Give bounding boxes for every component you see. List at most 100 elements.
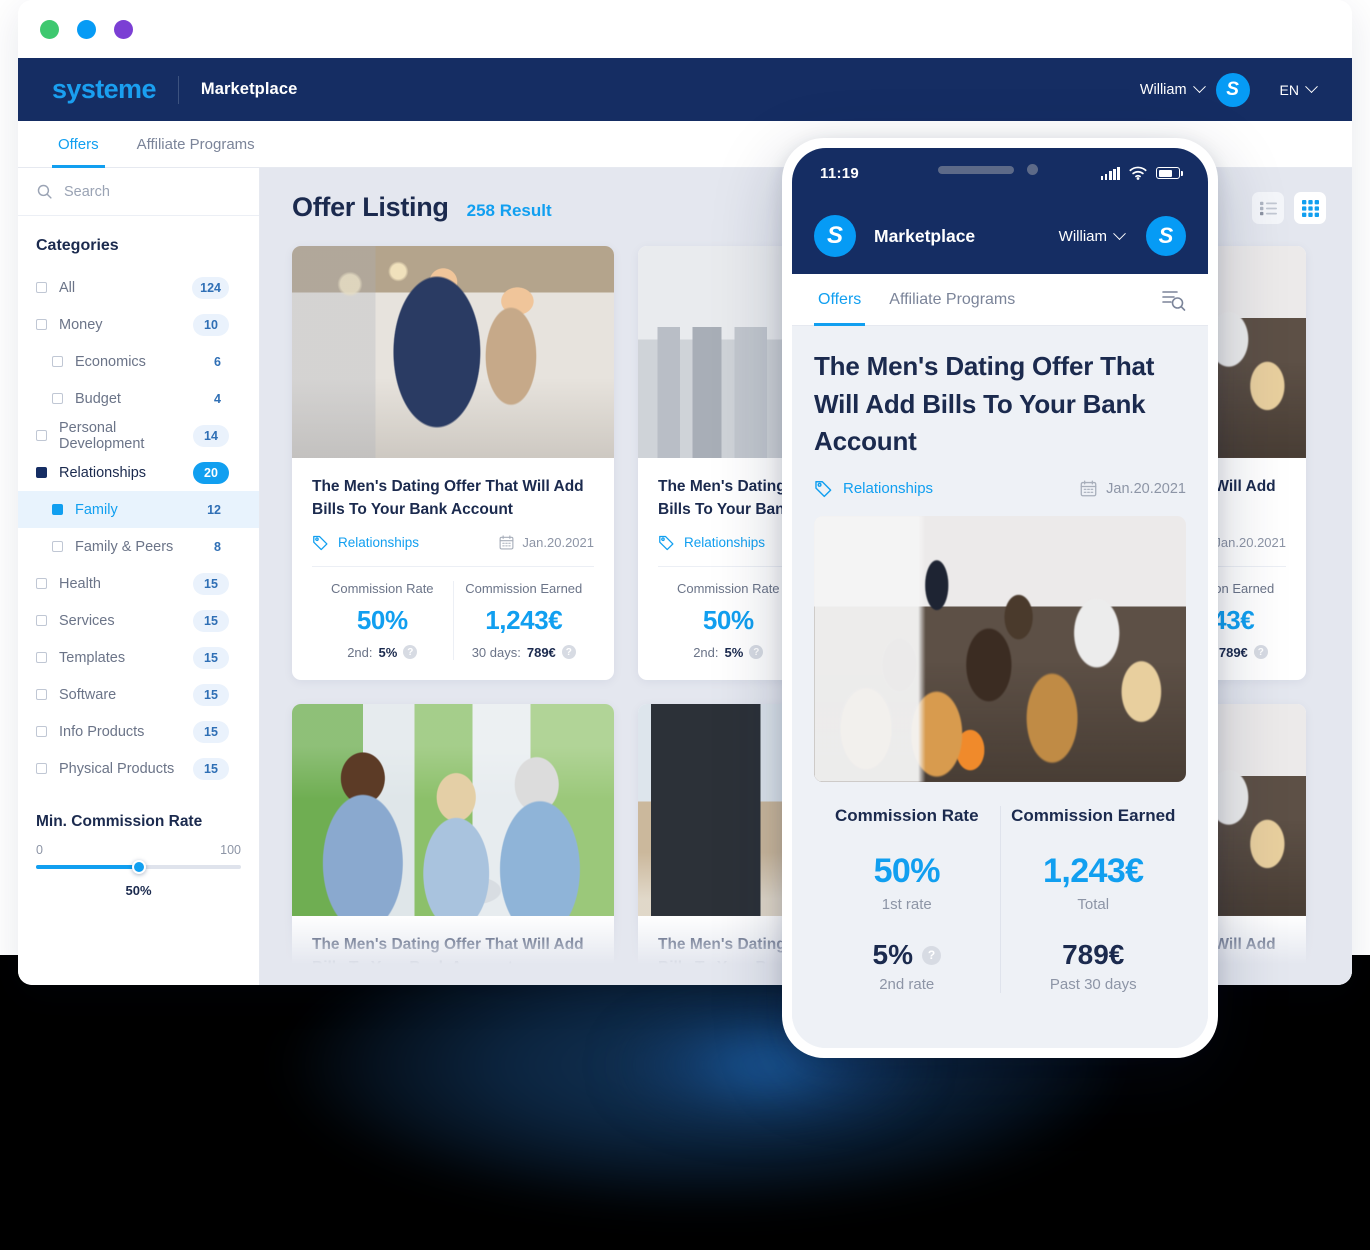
help-icon[interactable]: ?: [1253, 645, 1268, 659]
systeme-logo[interactable]: systeme: [52, 74, 156, 105]
phone-rate-label: Commission Rate: [834, 806, 979, 826]
phone-user-group[interactable]: William S: [1059, 216, 1186, 256]
sidebar-item-economics[interactable]: Economics 6: [36, 343, 241, 380]
offer-card-meta: Relationships Jan.20.2021: [312, 534, 594, 551]
sidebar-item-count: 8: [214, 539, 221, 554]
sidebar-item-physical-products[interactable]: Physical Products 15: [36, 750, 241, 787]
sidebar-item-budget[interactable]: Budget 4: [36, 380, 241, 417]
offer-card-image: [292, 703, 614, 916]
slider-handle[interactable]: [131, 860, 146, 874]
checkbox-icon[interactable]: [52, 356, 63, 367]
checkbox-icon[interactable]: [36, 726, 47, 737]
help-icon[interactable]: ?: [749, 645, 764, 659]
checkbox-icon[interactable]: [52, 504, 63, 515]
sidebar-item-all[interactable]: All 124: [36, 269, 241, 306]
sidebar-item-count: 6: [214, 354, 221, 369]
phone-mockup: 11:19 S Marketplace William S Offers Aff…: [782, 138, 1218, 1058]
checkbox-icon[interactable]: [52, 393, 63, 404]
search-box[interactable]: Search: [18, 168, 259, 216]
offer-card[interactable]: The Men's Dating Offer That Will Add Bil…: [292, 246, 614, 680]
sidebar-item-label: Family: [75, 501, 118, 518]
grid-view-icon: [1301, 199, 1319, 217]
checkbox-icon[interactable]: [36, 652, 47, 663]
language-selector[interactable]: EN: [1280, 80, 1328, 98]
checkbox-icon[interactable]: [36, 430, 47, 441]
phone-offer-date: Jan.20.2021: [1106, 480, 1186, 497]
chevron-down-icon[interactable]: [1192, 80, 1206, 94]
battery-icon: [1156, 167, 1183, 179]
sidebar-item-label: Budget: [75, 390, 121, 407]
phone-earned2-group: 789€: [1007, 939, 1181, 971]
sidebar-item-relationships[interactable]: Relationships 20: [36, 454, 241, 491]
phone-tab-affiliate-programs[interactable]: Affiliate Programs: [885, 274, 1019, 325]
sidebar-item-label: Economics: [75, 353, 146, 370]
page-title: Offer Listing: [292, 192, 449, 222]
notch-speaker: [938, 165, 1014, 174]
offer-card[interactable]: The Men's Dating Offer That Will Add Bil…: [292, 703, 614, 986]
search-input[interactable]: Search: [64, 184, 110, 200]
sidebar-item-label: Software: [59, 686, 117, 703]
checkbox-icon[interactable]: [36, 689, 47, 700]
tab-affiliate-programs[interactable]: Affiliate Programs: [131, 121, 261, 167]
tab-offers[interactable]: Offers: [52, 121, 105, 168]
phone-offer-title: The Men's Dating Offer That Will Add Bil…: [814, 351, 1155, 457]
checkbox-icon[interactable]: [36, 578, 47, 589]
sidebar-item-count: 15: [193, 757, 229, 780]
slider-value-label: 50%: [125, 883, 152, 898]
phone-search-filter-button[interactable]: [1160, 274, 1186, 325]
grid-view-button[interactable]: [1294, 192, 1326, 224]
checkbox-icon[interactable]: [36, 319, 47, 330]
sidebar-item-software[interactable]: Software 15: [36, 676, 241, 713]
phone-commission-rate-stat: Commission Rate 50% 1st rate 5% ? 2nd ra…: [814, 806, 1000, 993]
offer-card-body: The Men's Dating Offer That Will Add Bil…: [292, 916, 614, 986]
offer-card-category[interactable]: Relationships: [684, 535, 765, 550]
list-view-button[interactable]: [1252, 192, 1284, 224]
commission-earned-value: 1,243€: [485, 604, 563, 635]
phone-avatar[interactable]: S: [1146, 216, 1186, 256]
offer-card-title: The Men's Dating Offer That Will Add Bil…: [312, 478, 584, 519]
phone-logo[interactable]: S: [814, 215, 856, 257]
window-titlebar: [18, 0, 1352, 58]
commission-slider-track[interactable]: [36, 860, 241, 874]
checkbox-icon[interactable]: [36, 615, 47, 626]
sidebar-item-label: Personal Development: [59, 419, 145, 452]
checkbox-icon[interactable]: [36, 282, 47, 293]
checkbox-icon[interactable]: [36, 763, 47, 774]
phone-earned2-caption: Past 30 days: [1049, 976, 1137, 994]
tag-icon: [659, 535, 674, 550]
header-right-group: William S EN: [1140, 72, 1328, 107]
user-name[interactable]: William: [1140, 82, 1187, 98]
sidebar-item-family-peers[interactable]: Family & Peers 8: [36, 528, 241, 565]
avatar[interactable]: S: [1215, 72, 1250, 107]
status-indicators: [1100, 166, 1183, 180]
help-icon[interactable]: ?: [921, 945, 941, 965]
checkbox-icon[interactable]: [52, 541, 63, 552]
calendar-icon: [499, 534, 514, 549]
slider-endpoints: 0 100: [36, 843, 241, 857]
sidebar-item-count: 124: [192, 276, 229, 299]
window-dot-blue[interactable]: [77, 19, 96, 39]
help-icon[interactable]: ?: [561, 645, 576, 659]
offer-card-category[interactable]: Relationships: [338, 535, 419, 550]
second-rate-value: 5%: [724, 644, 744, 660]
sidebar-item-count: 15: [193, 609, 229, 632]
sidebar-item-templates[interactable]: Templates 15: [36, 639, 241, 676]
signal-icon: [1100, 166, 1120, 180]
help-icon[interactable]: ?: [403, 645, 418, 659]
sidebar-item-services[interactable]: Services 15: [36, 602, 241, 639]
phone-screen: 11:19 S Marketplace William S Offers Aff…: [792, 148, 1208, 1048]
window-dot-green[interactable]: [40, 19, 59, 39]
checkbox-icon[interactable]: [36, 467, 47, 478]
sidebar-item-label: Health: [59, 575, 101, 592]
sidebar-item-health[interactable]: Health 15: [36, 565, 241, 602]
phone-offer-category[interactable]: Relationships: [843, 480, 933, 497]
window-dot-purple[interactable]: [114, 19, 133, 39]
sidebar-item-label: Services: [59, 612, 115, 629]
sidebar-item-count: 15: [193, 646, 229, 669]
sidebar-item-info-products[interactable]: Info Products 15: [36, 713, 241, 750]
offer-photo: [292, 246, 614, 458]
sidebar-item-money[interactable]: Money 10: [36, 306, 241, 343]
sidebar-item-family[interactable]: Family 12: [18, 491, 259, 528]
sidebar-item-personal-development[interactable]: Personal Development 14: [36, 417, 241, 454]
phone-tab-offers[interactable]: Offers: [814, 274, 866, 326]
